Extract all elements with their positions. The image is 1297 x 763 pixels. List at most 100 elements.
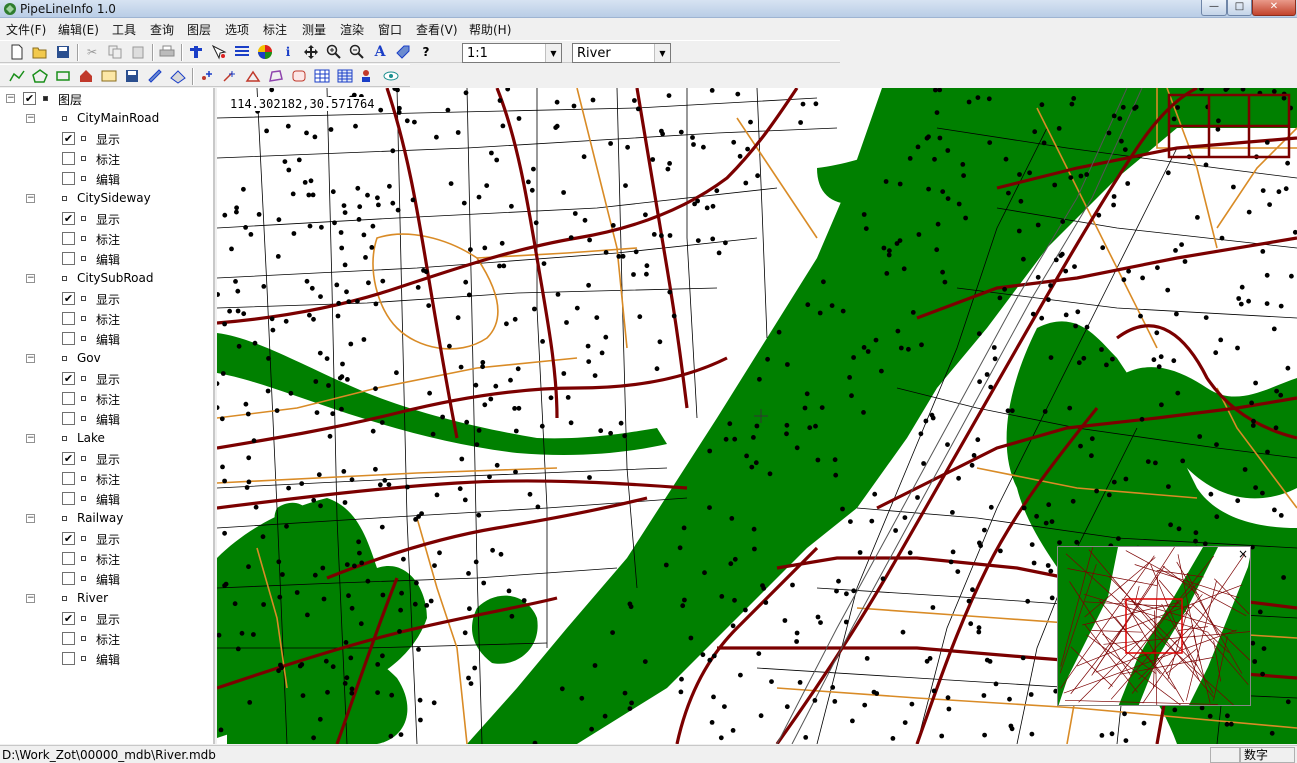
display-checkbox[interactable]: ✔ (62, 292, 75, 305)
minimize-button[interactable]: — (1201, 0, 1227, 16)
attribute-table-icon[interactable] (233, 43, 251, 61)
layer-option-label[interactable]: 标注 (0, 469, 215, 489)
save-edit-icon[interactable] (123, 67, 141, 85)
menu-edit[interactable]: 编辑(E) (58, 21, 99, 38)
edit-checkbox[interactable] (62, 332, 75, 345)
collapse-icon[interactable]: − (26, 114, 35, 123)
add-triangle-icon[interactable] (244, 67, 262, 85)
layer-option-display[interactable]: ✔ 显示 (0, 289, 215, 309)
menu-annotate[interactable]: 标注 (263, 21, 287, 38)
paste-icon[interactable] (129, 43, 147, 61)
chevron-down-icon[interactable]: ▼ (545, 44, 561, 62)
layer-option-edit[interactable]: 编辑 (0, 409, 215, 429)
overview-map[interactable]: × (1057, 546, 1251, 706)
tag-icon[interactable] (394, 43, 412, 61)
layer-option-label[interactable]: 标注 (0, 229, 215, 249)
display-checkbox[interactable]: ✔ (62, 452, 75, 465)
house-icon[interactable] (77, 67, 95, 85)
label-checkbox[interactable] (62, 632, 75, 645)
display-checkbox[interactable]: ✔ (62, 372, 75, 385)
display-checkbox[interactable]: ✔ (62, 132, 75, 145)
zoom-out-icon[interactable] (348, 43, 366, 61)
maximize-button[interactable]: □ (1227, 0, 1252, 16)
collapse-icon[interactable]: − (26, 194, 35, 203)
label-checkbox[interactable] (62, 152, 75, 165)
add-polygon-icon[interactable] (267, 67, 285, 85)
save-icon[interactable] (54, 43, 72, 61)
polygon-icon[interactable] (31, 67, 49, 85)
menu-window[interactable]: 窗口 (378, 21, 402, 38)
label-text-icon[interactable]: A (371, 43, 389, 61)
render-color-icon[interactable] (256, 43, 274, 61)
image-icon[interactable] (100, 67, 118, 85)
rectangle-icon[interactable] (54, 67, 72, 85)
edit-checkbox[interactable] (62, 412, 75, 425)
collapse-icon[interactable]: − (6, 94, 15, 103)
edit-checkbox[interactable] (62, 652, 75, 665)
pan-icon[interactable] (302, 43, 320, 61)
cut-icon[interactable]: ✂ (83, 43, 101, 61)
layer-option-display[interactable]: ✔ 显示 (0, 129, 215, 149)
menu-layers[interactable]: 图层 (187, 21, 211, 38)
layer-node[interactable]: − CityMainRoad (0, 109, 215, 129)
new-file-icon[interactable] (8, 43, 26, 61)
menu-render[interactable]: 渲染 (340, 21, 364, 38)
menu-view[interactable]: 查看(V) (416, 21, 458, 38)
layer-add-icon[interactable] (187, 43, 205, 61)
collapse-icon[interactable]: − (26, 594, 35, 603)
layer-option-display[interactable]: ✔ 显示 (0, 449, 215, 469)
select-icon[interactable] (210, 43, 228, 61)
info-icon[interactable]: i (279, 43, 297, 61)
layer-option-edit[interactable]: 编辑 (0, 169, 215, 189)
layer-option-display[interactable]: ✔ 显示 (0, 369, 215, 389)
label-checkbox[interactable] (62, 392, 75, 405)
ruler-icon[interactable] (146, 67, 164, 85)
copy-icon[interactable] (106, 43, 124, 61)
eye-icon[interactable] (382, 67, 400, 85)
edit-checkbox[interactable] (62, 572, 75, 585)
add-point-icon[interactable] (198, 67, 216, 85)
edit-checkbox[interactable] (62, 492, 75, 505)
polyline-icon[interactable] (8, 67, 26, 85)
layer-option-label[interactable]: 标注 (0, 549, 215, 569)
collapse-icon[interactable]: − (26, 354, 35, 363)
label-checkbox[interactable] (62, 312, 75, 325)
table-icon[interactable] (336, 67, 354, 85)
open-folder-icon[interactable] (31, 43, 49, 61)
label-checkbox[interactable] (62, 232, 75, 245)
layer-node[interactable]: − Gov (0, 349, 215, 369)
layer-option-label[interactable]: 标注 (0, 309, 215, 329)
display-checkbox[interactable]: ✔ (62, 612, 75, 625)
help-icon[interactable]: ? (417, 43, 435, 61)
chevron-down-icon[interactable]: ▼ (654, 44, 670, 62)
layer-option-edit[interactable]: 编辑 (0, 329, 215, 349)
close-icon[interactable]: × (1238, 547, 1248, 561)
layer-option-display[interactable]: ✔ 显示 (0, 609, 215, 629)
scale-select[interactable]: 1:1 ▼ (462, 43, 562, 63)
root-checkbox[interactable]: ✔ (23, 92, 36, 105)
layer-option-label[interactable]: 标注 (0, 389, 215, 409)
edit-checkbox[interactable] (62, 252, 75, 265)
collapse-icon[interactable]: − (26, 514, 35, 523)
layer-option-edit[interactable]: 编辑 (0, 649, 215, 669)
user-icon[interactable] (359, 67, 377, 85)
zoom-in-icon[interactable] (325, 43, 343, 61)
display-checkbox[interactable]: ✔ (62, 532, 75, 545)
label-checkbox[interactable] (62, 472, 75, 485)
layer-node[interactable]: − CitySideway (0, 189, 215, 209)
grid-icon[interactable] (313, 67, 331, 85)
label-checkbox[interactable] (62, 552, 75, 565)
print-icon[interactable] (158, 43, 176, 61)
layer-option-display[interactable]: ✔ 显示 (0, 529, 215, 549)
collapse-icon[interactable]: − (26, 274, 35, 283)
display-checkbox[interactable]: ✔ (62, 212, 75, 225)
menu-help[interactable]: 帮助(H) (469, 21, 511, 38)
layer-option-label[interactable]: 标注 (0, 149, 215, 169)
layer-node[interactable]: − River (0, 589, 215, 609)
edit-checkbox[interactable] (62, 172, 75, 185)
layer-option-label[interactable]: 标注 (0, 629, 215, 649)
layer-option-edit[interactable]: 编辑 (0, 489, 215, 509)
map-canvas[interactable]: 114.302182,30.571764 × (217, 88, 1297, 744)
layer-node[interactable]: − Railway (0, 509, 215, 529)
menu-file[interactable]: 文件(F) (6, 21, 46, 38)
